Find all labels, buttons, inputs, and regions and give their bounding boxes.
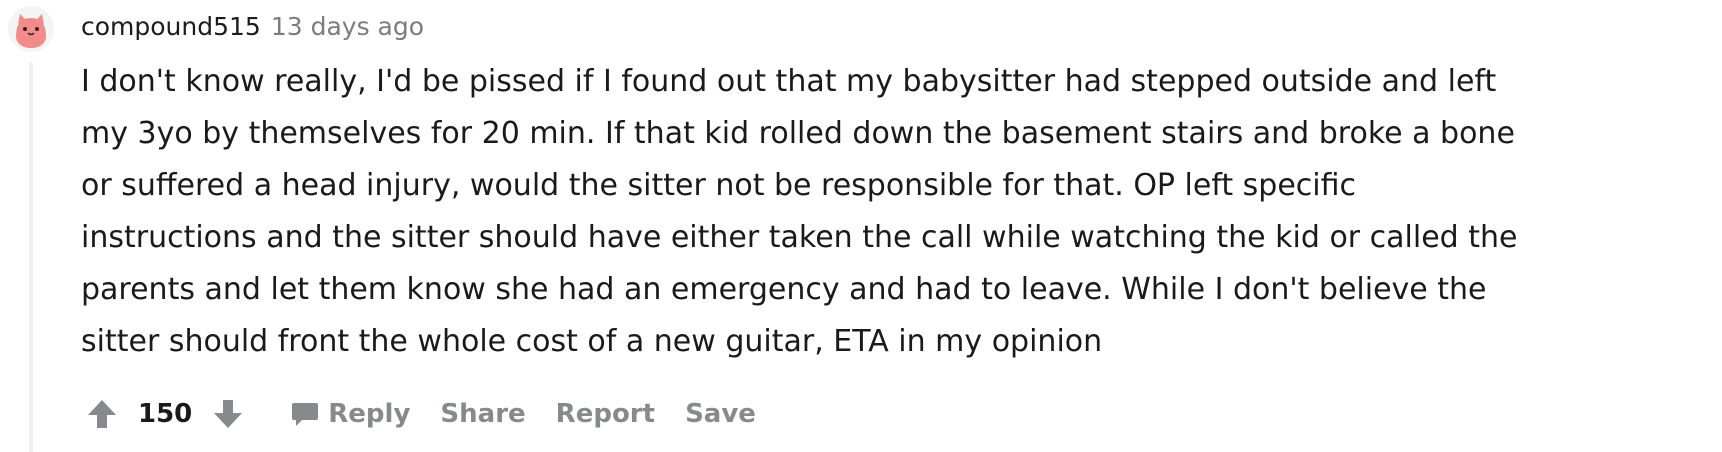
save-label: Save — [685, 399, 756, 429]
body-line: parents and let them know she had an eme… — [81, 272, 1487, 307]
report-button[interactable]: Report — [556, 399, 655, 429]
body-line: instructions and the sitter should have … — [81, 220, 1518, 255]
downvote-button[interactable] — [206, 392, 250, 436]
share-label: Share — [440, 399, 526, 429]
report-label: Report — [555, 399, 656, 429]
comment-actions: 150 Reply Share Report Save — [80, 392, 756, 436]
avatar[interactable] — [8, 6, 54, 52]
comment-meta: compound515 13 days ago — [81, 8, 424, 44]
body-line: my 3yo by themselves for 20 min. If that… — [81, 116, 1515, 151]
body-line: I don't know really, I'd be pissed if I … — [81, 64, 1497, 99]
comment-body: I don't know really, I'd be pissed if I … — [81, 56, 1681, 368]
share-button[interactable]: Share — [440, 399, 525, 429]
body-line: or suffered a head injury, would the sit… — [81, 168, 1357, 203]
author-name[interactable]: compound515 — [81, 12, 261, 41]
speech-bubble-icon — [292, 403, 319, 426]
snoo-avatar-icon — [8, 6, 54, 52]
thread-line[interactable] — [29, 62, 33, 452]
reply-button[interactable]: Reply — [290, 399, 410, 429]
reply-label: Reply — [328, 399, 411, 429]
body-line: sitter should front the whole cost of a … — [81, 324, 1103, 359]
save-button[interactable]: Save — [685, 399, 756, 429]
arrow-up-icon — [88, 400, 116, 428]
vote-score: 150 — [138, 399, 193, 429]
comment: compound515 13 days ago I don't know rea… — [0, 0, 1722, 452]
timestamp[interactable]: 13 days ago — [271, 12, 424, 41]
upvote-button[interactable] — [80, 392, 124, 436]
arrow-down-icon — [214, 400, 243, 428]
